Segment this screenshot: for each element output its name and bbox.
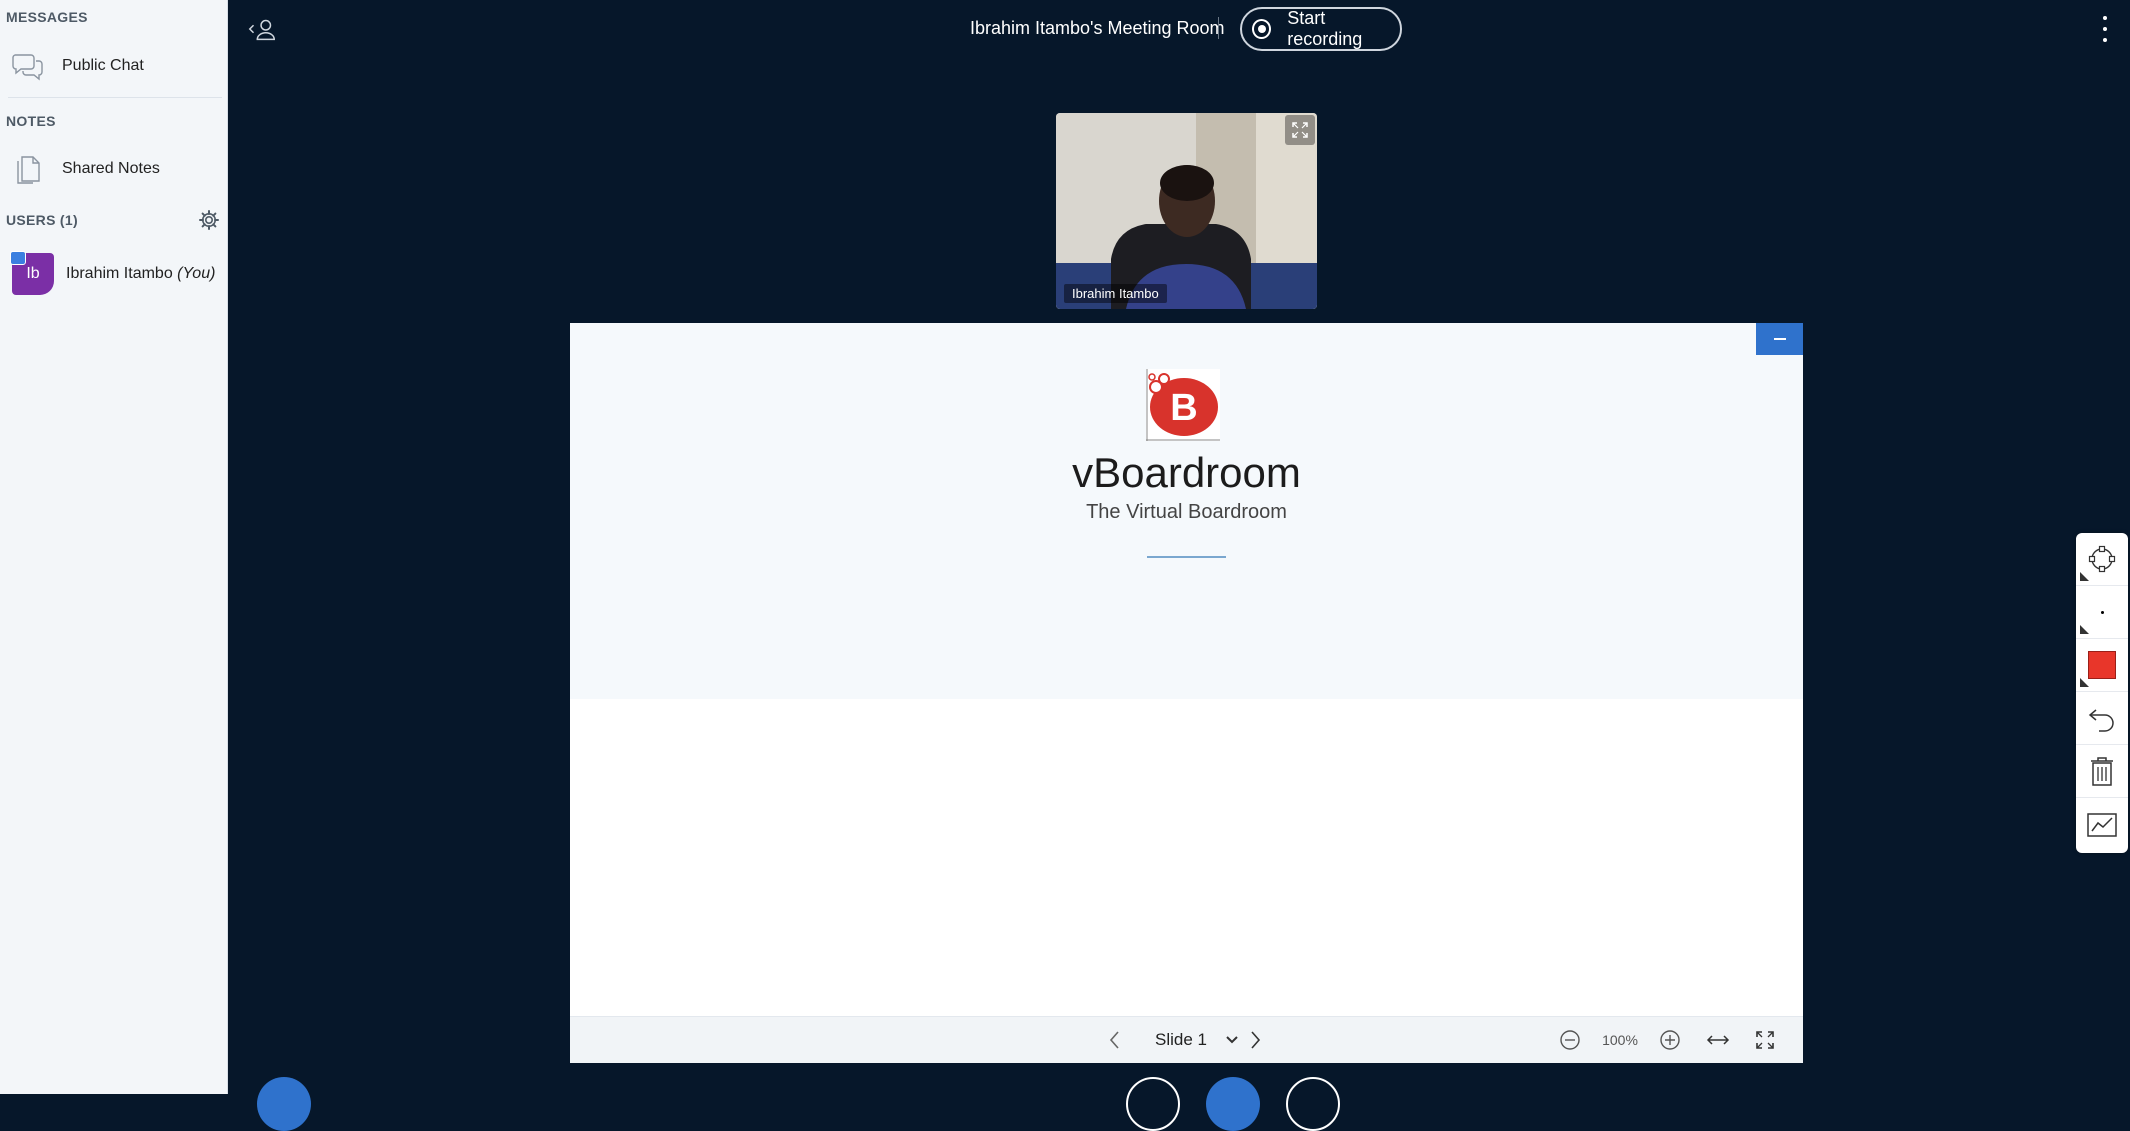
title-separator <box>1218 17 1219 39</box>
user-name: Ibrahim Itambo (You) <box>66 265 215 283</box>
thickness-icon <box>2100 610 2104 614</box>
submenu-indicator-icon <box>2080 572 2089 581</box>
public-chat-label: Public Chat <box>62 57 144 74</box>
previous-slide-button[interactable] <box>1100 1017 1130 1063</box>
user-list-item[interactable]: Ib Ibrahim Itambo (You) <box>0 248 227 300</box>
slide-subtitle: The Virtual Boardroom <box>1086 501 1287 523</box>
logo-letter: B <box>1170 387 1197 429</box>
fit-width-icon <box>1706 1035 1730 1045</box>
more-options-button[interactable] <box>2100 16 2110 42</box>
shared-notes-label: Shared Notes <box>62 160 160 177</box>
multi-user-whiteboard-button[interactable] <box>2076 798 2128 851</box>
clear-annotations-button[interactable] <box>2076 745 2128 798</box>
user-name-text: Ibrahim Itambo <box>66 265 173 282</box>
dot-icon <box>2103 16 2107 20</box>
dot-icon <box>2103 27 2107 31</box>
color-icon <box>2088 651 2116 679</box>
zoom-out-button[interactable] <box>1555 1017 1585 1063</box>
chevron-down-icon <box>1226 1036 1238 1044</box>
notes-icon <box>10 151 46 187</box>
avatar-initials: Ib <box>26 265 40 282</box>
undo-icon <box>2088 709 2114 732</box>
expand-icon <box>1292 122 1308 138</box>
notes-section-title: NOTES <box>6 113 56 129</box>
shared-notes-item[interactable]: Shared Notes <box>0 143 227 195</box>
record-icon <box>1252 19 1272 39</box>
messages-section-title: MESSAGES <box>6 9 88 25</box>
slide-title: vBoardroom <box>1072 449 1301 496</box>
select-tool-icon <box>2088 545 2116 573</box>
submenu-indicator-icon <box>2080 625 2089 634</box>
users-section-title: USERS (1) <box>6 212 78 228</box>
undo-button[interactable] <box>2076 692 2128 745</box>
color-button[interactable] <box>2076 639 2128 692</box>
select-tool-button[interactable] <box>2076 533 2128 586</box>
fit-to-width-button[interactable] <box>1703 1017 1733 1063</box>
chevron-right-icon <box>1251 1031 1261 1049</box>
user-list-sidebar: MESSAGES Public Chat NOTES Shared Notes … <box>0 0 228 1094</box>
slide-divider <box>1147 556 1226 558</box>
submenu-indicator-icon <box>2080 678 2089 687</box>
divider <box>8 97 222 98</box>
dot-icon <box>2103 38 2107 42</box>
zoom-level[interactable]: 100% <box>1592 1017 1648 1063</box>
multi-user-icon <box>2087 812 2117 837</box>
user-settings-gear-icon[interactable] <box>198 209 220 231</box>
webcam-video[interactable]: Ibrahim Itambo <box>1056 113 1317 309</box>
chat-icon <box>10 48 46 84</box>
mute-button[interactable] <box>1126 1077 1180 1131</box>
actions-button[interactable] <box>257 1077 311 1131</box>
next-slide-button[interactable] <box>1240 1017 1270 1063</box>
public-chat-item[interactable]: Public Chat <box>0 40 227 92</box>
zoom-in-icon <box>1660 1030 1680 1050</box>
fullscreen-webcam-button[interactable] <box>1285 115 1315 145</box>
slide-select[interactable]: Slide 1 <box>1142 1017 1252 1063</box>
minimize-presentation-button[interactable] <box>1756 323 1803 355</box>
avatar: Ib <box>10 251 54 295</box>
presenter-badge-icon <box>10 251 26 265</box>
presentation-area[interactable]: B vBoardroom The Virtual Boardroom Slide… <box>570 323 1803 1063</box>
webcam-feed-image <box>1056 113 1317 309</box>
join-audio-button[interactable] <box>1206 1077 1260 1131</box>
zoom-in-button[interactable] <box>1655 1017 1685 1063</box>
fullscreen-icon <box>1756 1031 1774 1049</box>
minus-icon <box>1773 338 1786 340</box>
fullscreen-presentation-button[interactable] <box>1750 1017 1780 1063</box>
start-recording-button[interactable]: Start recording <box>1240 7 1402 51</box>
slide-number-label: Slide 1 <box>1155 1030 1207 1049</box>
zoom-out-icon <box>1560 1030 1580 1050</box>
share-webcam-button[interactable] <box>1286 1077 1340 1131</box>
trash-icon <box>2091 757 2113 786</box>
presentation-controls: Slide 1 100% <box>570 1016 1803 1063</box>
thickness-button[interactable] <box>2076 586 2128 639</box>
start-recording-label: Start recording <box>1287 8 1363 49</box>
meeting-room-title: Ibrahim Itambo's Meeting Room <box>970 18 1225 38</box>
vboardroom-logo: B <box>1146 369 1220 441</box>
chevron-left-icon <box>1109 1031 1119 1049</box>
zoom-level-label: 100% <box>1602 1032 1638 1048</box>
whiteboard-toolbar <box>2076 533 2128 853</box>
toggle-user-list-button[interactable] <box>246 16 278 42</box>
you-indicator: (You) <box>177 265 216 282</box>
webcam-user-name: Ibrahim Itambo <box>1064 284 1167 303</box>
